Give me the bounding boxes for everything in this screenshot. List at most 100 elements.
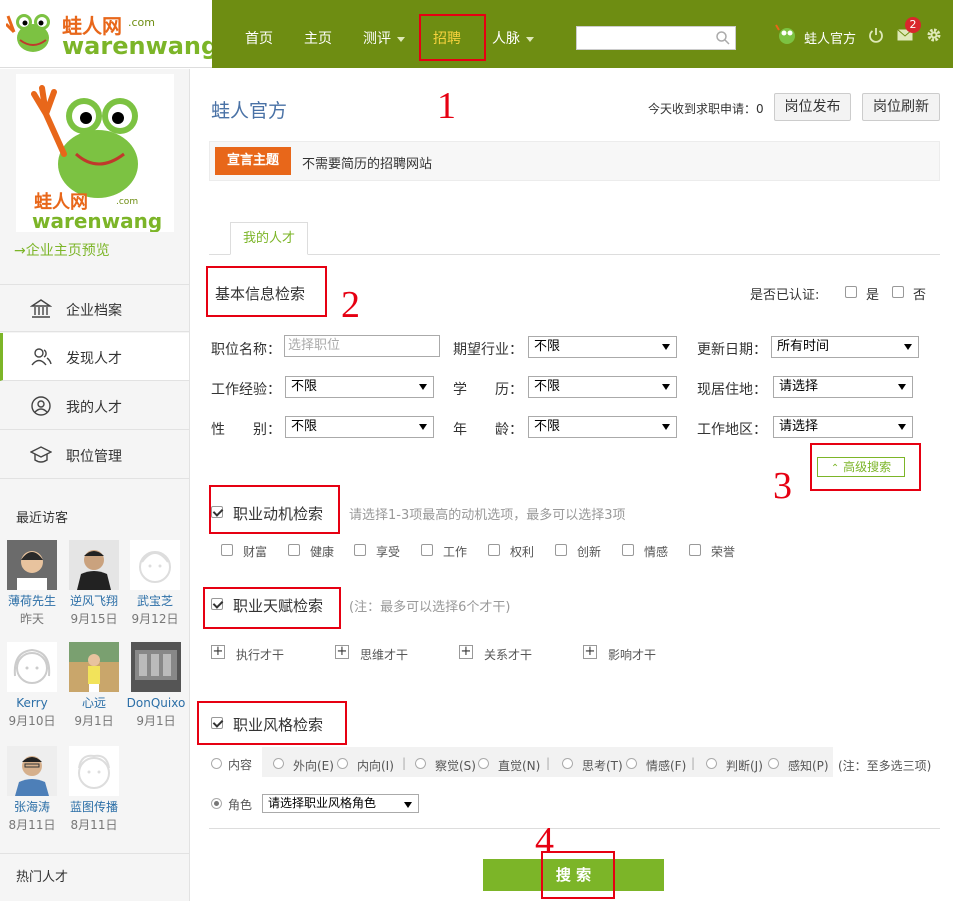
motivation-option-checkbox[interactable] [488,544,500,556]
nav-network[interactable]: 人脉 [492,28,534,48]
talent-option-label: 关系才干 [484,648,533,662]
motivation-option-checkbox[interactable] [555,544,567,556]
nav-recruit[interactable]: 招聘 [433,28,461,48]
education-label: 学 历： [453,382,523,398]
recent-visitors-title: 最近访客 [16,511,69,526]
gear-icon[interactable] [926,27,942,43]
visitor-card[interactable]: 武宝芝 9月12日 [128,540,182,628]
visitor-date: 昨天 [19,612,44,626]
visitor-date: 9月15日 [70,612,118,626]
style-option-radio[interactable] [706,758,717,769]
preview-link[interactable]: →企业主页预览 [14,240,110,260]
talent-checkbox[interactable] [211,598,223,610]
content-radio[interactable] [211,758,222,769]
style-option-radio[interactable] [273,758,284,769]
visitor-name: 逆风飞翔 [69,594,118,608]
avatar [69,540,119,590]
plus-icon[interactable]: + [459,645,473,659]
style-option-label: 判断(J) [726,759,763,773]
motivation-option-checkbox[interactable] [354,544,366,556]
visitor-name: 张海涛 [13,800,50,814]
nav-main[interactable]: 主页 [304,28,332,48]
job-name-label: 职位名称： [211,342,281,358]
motivation-option-checkbox[interactable] [421,544,433,556]
update-date-select[interactable]: 所有时间 [771,336,919,358]
sidebar-item-position-management[interactable]: 职位管理 [0,431,189,479]
motivation-option-checkbox[interactable] [288,544,300,556]
motivation-option-checkbox[interactable] [221,544,233,556]
update-date-label: 更新日期： [697,342,767,358]
verified-yes-checkbox[interactable] [845,286,857,298]
user-circle-icon [31,396,51,416]
age-label: 年 龄： [453,422,523,438]
sidebar-item-label: 发现人才 [66,351,122,367]
double-chevron-up-icon: ⌃ [830,463,840,474]
experience-select[interactable]: 不限 [285,376,434,398]
work-area-select[interactable]: 请选择 [773,416,913,438]
logo-com: .com [128,16,155,29]
visitor-date: 9月1日 [136,714,176,728]
refresh-position-button[interactable]: 岗位刷新 [862,93,940,121]
visitor-card[interactable]: 心远 9月1日 [67,642,121,730]
motivation-checkbox[interactable] [211,506,223,518]
style-option-radio[interactable] [337,758,348,769]
talent-option-label: 影响才干 [608,648,657,662]
sidebar-item-discover-talent[interactable]: 发现人才 [0,333,189,381]
nav-home[interactable]: 首页 [245,28,273,48]
sidebar-item-label: 我的人才 [66,400,122,416]
style-option-radio[interactable] [562,758,573,769]
advanced-search-button[interactable]: ⌃ 高级搜索 [817,457,905,477]
talent-title: 职业天赋检索 [233,597,324,615]
motivation-option-checkbox[interactable] [622,544,634,556]
applications-count: 今天收到求职申请：0 [648,102,764,116]
motivation-option-checkbox[interactable] [689,544,701,556]
visitor-card[interactable]: Kerry 9月10日 [5,642,59,730]
search-input[interactable] [576,26,736,50]
age-select[interactable]: 不限 [528,416,677,438]
gender-label: 性 别： [211,422,281,438]
style-option-radio[interactable] [415,758,426,769]
style-option-label: 情感(F) [646,759,687,773]
visitor-card[interactable]: DonQuixo 9月1日 [126,642,186,730]
motto-tag: 宣言主题 [215,147,291,175]
logo-area[interactable]: 蛙人网 .com warenwang [0,0,218,68]
visitor-card[interactable]: 张海涛 8月11日 [5,746,59,834]
sidebar-item-my-talent[interactable]: 我的人才 [0,382,189,430]
visitor-card[interactable]: 逆风飞翔 9月15日 [67,540,121,628]
divider [0,853,189,854]
visitor-card[interactable]: 薄荷先生 昨天 [5,540,59,628]
verified-no-checkbox[interactable] [892,286,904,298]
plus-icon[interactable]: + [335,645,349,659]
style-option-radio[interactable] [768,758,779,769]
power-icon[interactable] [868,27,884,43]
publish-position-button[interactable]: 岗位发布 [774,93,851,121]
gender-select[interactable]: 不限 [285,416,434,438]
style-checkbox[interactable] [211,717,223,729]
sidebar-item-company-profile[interactable]: 企业档案 [0,284,189,332]
education-select[interactable]: 不限 [528,376,677,398]
residence-select[interactable]: 请选择 [773,376,913,398]
advanced-search-label: 高级搜索 [843,460,892,474]
search-button[interactable]: 搜 索 [483,859,664,891]
avatar [131,642,181,692]
separator: | [691,756,696,770]
style-option-radio[interactable] [626,758,637,769]
nav-assessment[interactable]: 测评 [363,28,405,48]
plus-icon[interactable]: + [583,645,597,659]
plus-icon[interactable]: + [211,645,225,659]
industry-select[interactable]: 不限 [528,336,677,358]
style-option-label: 外向(E) [293,759,334,773]
role-radio-label: 角色 [228,798,253,812]
visitor-date: 9月12日 [131,612,179,626]
style-option-radio[interactable] [478,758,489,769]
role-select[interactable]: 请选择职业风格角色 [262,794,419,813]
motivation-option-label: 工作 [443,545,468,559]
nav-network-label: 人脉 [492,31,520,47]
tab-my-talent[interactable]: 我的人才 [230,222,308,255]
job-name-input[interactable]: 选择职位 [284,335,440,357]
motivation-option-label: 荣誉 [711,545,736,559]
user-name[interactable]: 蛙人官方 [804,28,856,47]
search-icon[interactable] [715,30,731,46]
visitor-card[interactable]: 蓝图传播 8月11日 [67,746,121,834]
role-radio[interactable] [211,798,222,809]
